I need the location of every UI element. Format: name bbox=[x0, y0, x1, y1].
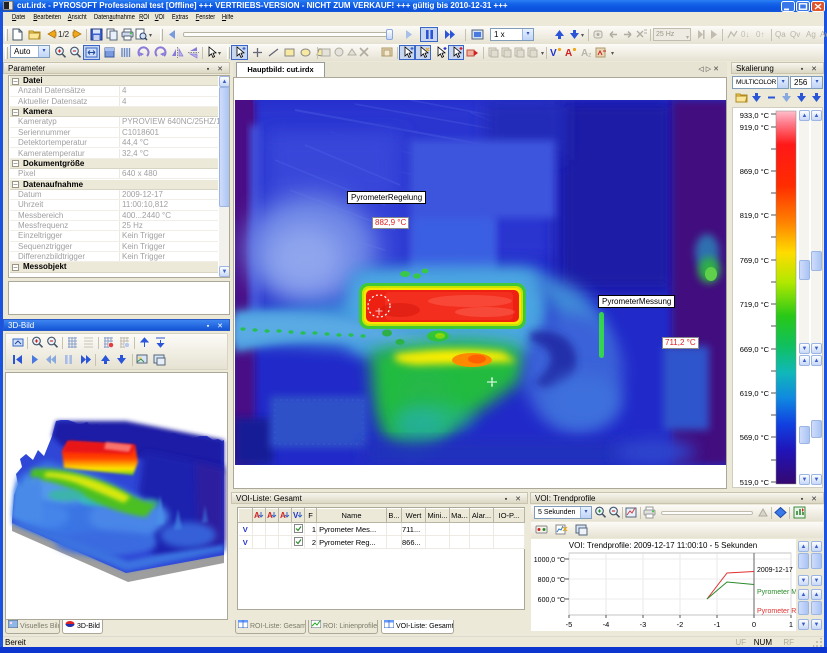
svg-text:1000,0 °C: 1000,0 °C bbox=[534, 556, 565, 564]
svg-text:V: V bbox=[550, 48, 557, 59]
svg-text:A: A bbox=[565, 48, 572, 59]
svg-text:VOI: Trendprofile: 2009-12-17: VOI: Trendprofile: 2009-12-17 11:00:10 -… bbox=[569, 541, 757, 550]
svg-text:Pyrometer M: Pyrometer M bbox=[757, 589, 796, 596]
svg-text:0↓: 0↓ bbox=[741, 30, 749, 39]
svg-text:Ag: Ag bbox=[806, 30, 816, 39]
svg-text:1: 1 bbox=[789, 620, 793, 629]
svg-text:Qa: Qa bbox=[775, 30, 786, 39]
svg-text:Qv: Qv bbox=[790, 30, 800, 39]
svg-text:-1: -1 bbox=[714, 620, 721, 629]
svg-text:z: z bbox=[588, 52, 592, 59]
svg-text:0: 0 bbox=[752, 620, 756, 629]
svg-text:600,0 °C: 600,0 °C bbox=[538, 596, 565, 604]
svg-text:0↑: 0↑ bbox=[756, 30, 764, 39]
svg-text:2009-12-17: 2009-12-17 bbox=[757, 567, 793, 574]
svg-text:-5: -5 bbox=[566, 620, 573, 629]
svg-text:Av: Av bbox=[820, 30, 827, 39]
svg-text:Pyrometer R: Pyrometer R bbox=[757, 608, 796, 615]
svg-text:-3: -3 bbox=[640, 620, 647, 629]
svg-text:-4: -4 bbox=[603, 620, 610, 629]
svg-text:800,0 °C: 800,0 °C bbox=[538, 576, 565, 584]
svg-text:-2: -2 bbox=[677, 620, 684, 629]
